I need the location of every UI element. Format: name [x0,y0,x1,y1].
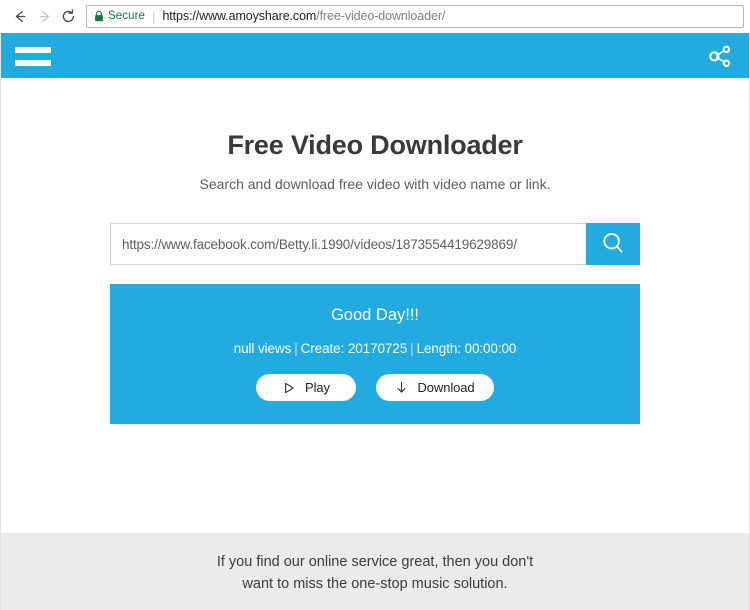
url-text: https://www.amoyshare.com/free-video-dow… [162,9,445,23]
page-title: Free Video Downloader [227,130,523,160]
play-triangle-icon [283,381,295,394]
video-created: Create: 20170725 [300,341,408,356]
search-bar [110,223,640,265]
arrow-right-icon [36,8,53,25]
reload-button[interactable] [56,4,80,28]
share-icon[interactable] [705,41,735,71]
download-button[interactable]: Download [376,374,494,401]
omnibox-separator: | [152,8,156,24]
meta-separator: | [294,341,298,356]
arrow-left-icon [12,8,29,25]
video-result-card: Good Day!!! null views | Create: 20170725 |… [110,284,640,424]
hamburger-menu-icon[interactable] [15,41,51,71]
video-actions: Play Download [110,374,640,401]
browser-toolbar: Secure | https://www.amoyshare.com/free-… [0,0,750,33]
back-button[interactable] [8,4,32,28]
download-arrow-icon [395,381,407,394]
site-header [1,33,749,78]
hero-section: Free Video Downloader Search and downloa… [1,78,749,192]
page-subtitle: Search and download free video with vide… [199,176,551,192]
hamburger-bar [15,47,51,53]
download-label: Download [417,380,475,395]
url-path: /free-video-downloader/ [316,9,446,23]
lock-icon [94,10,104,22]
video-meta: null views | Create: 20170725 | Length: 00:0… [110,341,640,356]
promo-section: If you find our online service great, th… [1,533,749,610]
meta-separator: | [410,341,414,356]
promo-line-1: If you find our online service great, th… [216,554,534,570]
search-button[interactable] [586,223,640,265]
promo-line-2: want to miss the one-stop music solution… [242,576,508,592]
url-host: https://www.amoyshare.com [162,9,317,23]
video-length: Length: 00:00:00 [416,341,517,356]
page-viewport: Free Video Downloader Search and downloa… [0,33,750,610]
play-label: Play [305,380,330,395]
forward-button[interactable] [32,4,56,28]
address-bar[interactable]: Secure | https://www.amoyshare.com/free-… [86,4,744,28]
video-views: null views [233,341,292,356]
hamburger-bar [15,60,51,66]
reload-icon [60,8,77,25]
play-button[interactable]: Play [256,374,357,401]
video-title: Good Day!!! [330,306,420,324]
search-icon [599,229,627,260]
search-input[interactable] [110,223,586,265]
secure-label: Secure [108,10,146,22]
